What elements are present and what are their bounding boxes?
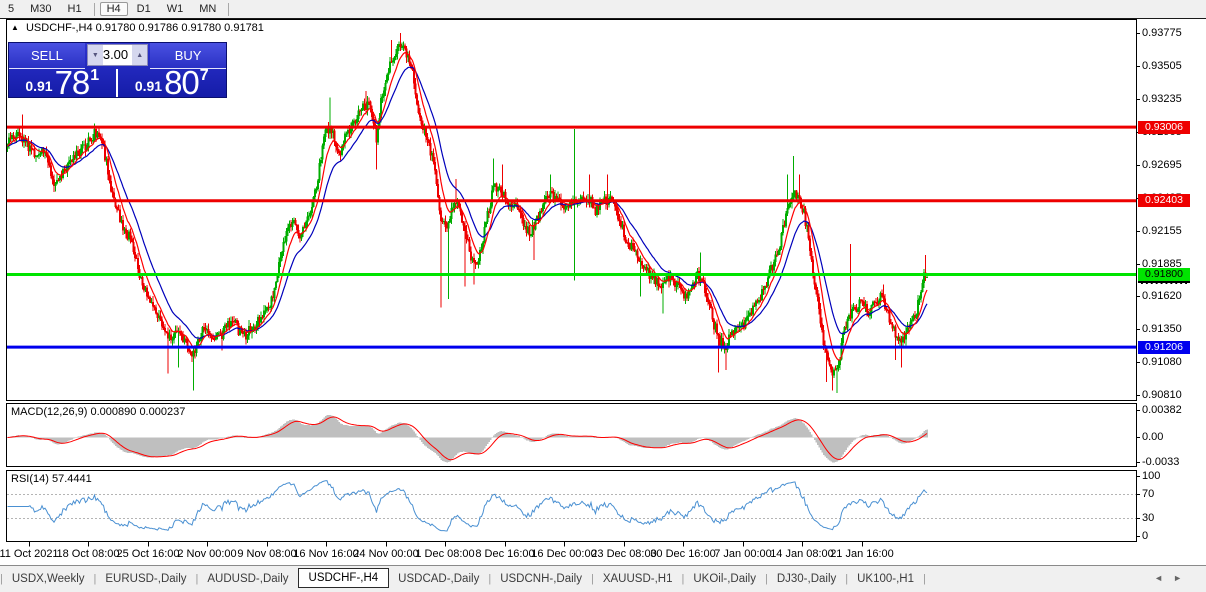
volume-decrease-icon[interactable]: ▼ — [87, 45, 103, 65]
ohlc-open: 0.91780 — [95, 22, 136, 34]
macd-axis-tick: 0.00 — [1142, 431, 1204, 443]
one-click-trade-panel: SELL ▼ 3.00 ▲ BUY 0.91 78 1 0.91 80 7 — [8, 42, 227, 101]
rsi-title: RSI(14) — [11, 473, 49, 485]
buy-price-pip: 7 — [199, 67, 209, 84]
volume-stepper: ▼ 3.00 ▲ — [86, 44, 149, 66]
buy-price-big: 80 — [164, 64, 200, 101]
macd-value-main: 0.000890 — [90, 406, 137, 418]
date-tick: 18 Oct 08:00 — [56, 548, 120, 560]
ohlc-low: 0.91780 — [181, 22, 222, 34]
rsi-axis-tick: 100 — [1142, 470, 1204, 482]
date-tick: 24 Nov 00:00 — [353, 548, 419, 560]
rsi-axis-tick: 0 — [1142, 530, 1204, 542]
volume-increase-icon[interactable]: ▲ — [132, 45, 148, 65]
date-tick: 2 Nov 00:00 — [177, 548, 237, 560]
tab-scroll-arrows[interactable]: ◄► — [1154, 573, 1192, 583]
symbol-label: USDCHF-,H4 — [25, 22, 93, 34]
date-tick: 23 Dec 08:00 — [591, 548, 657, 560]
resistance-level-badge: 0.93006 — [1138, 120, 1190, 134]
rsi-value: 57.4441 — [51, 473, 92, 485]
support-level-badge: 0.91206 — [1138, 340, 1190, 354]
price-tick: 0.93775 — [1142, 27, 1204, 40]
date-tick: 14 Jan 08:00 — [770, 548, 834, 560]
sell-price[interactable]: 0.91 78 1 — [9, 64, 118, 101]
macd-value-signal: 0.000237 — [139, 406, 186, 418]
tab-usdcnh-daily[interactable]: USDCNH-,Daily — [491, 569, 591, 589]
macd-axis-tick: 0.00382 — [1142, 404, 1204, 416]
tab-audusd-daily[interactable]: AUDUSD-,Daily — [198, 569, 297, 589]
date-tick: 16 Dec 00:00 — [531, 548, 597, 560]
scroll-left-icon[interactable]: ◄ — [1154, 573, 1173, 583]
tab-xauusd-h1[interactable]: XAUUSD-,H1 — [594, 569, 682, 589]
price-tick: 0.92155 — [1142, 225, 1204, 238]
tab-dj30-daily[interactable]: DJ30-,Daily — [768, 569, 845, 589]
tab-separator: | — [923, 573, 926, 585]
date-tick: 9 Nov 08:00 — [237, 548, 297, 560]
collapse-triangle-icon[interactable]: ▲ — [11, 23, 19, 32]
tab-ukoil-daily[interactable]: UKOil-,Daily — [684, 569, 765, 589]
resistance-level-badge: 0.92403 — [1138, 194, 1190, 208]
price-tick: 0.91350 — [1142, 323, 1204, 336]
support-level-badge: 0.91800 — [1138, 267, 1190, 281]
date-tick: 21 Jan 16:00 — [830, 548, 894, 560]
tab-usdcad-daily[interactable]: USDCAD-,Daily — [389, 569, 488, 589]
price-tick: 0.90810 — [1142, 389, 1204, 402]
macd-header: MACD(12,26,9) 0.000890 0.000237 — [11, 406, 185, 418]
volume-input[interactable]: 3.00 — [103, 45, 132, 65]
mt4-window: 5 M30 H1 H4 D1 W1 MN ▲ USDCHF-,H4 0.9178… — [0, 0, 1206, 592]
scroll-right-icon[interactable]: ► — [1173, 573, 1192, 583]
macd-axis-tick: -0.0033 — [1142, 456, 1204, 468]
date-tick: 30 Dec 16:00 — [650, 548, 716, 560]
tab-eurusd-daily[interactable]: EURUSD-,Daily — [96, 569, 195, 589]
price-tick: 0.93235 — [1142, 93, 1204, 106]
ohlc-high: 0.91786 — [138, 22, 179, 34]
tab-usdx-weekly[interactable]: USDX,Weekly — [3, 569, 94, 589]
tab-uk100-h1[interactable]: UK100-,H1 — [848, 569, 923, 589]
date-tick: 1 Dec 08:00 — [415, 548, 475, 560]
macd-title: MACD(12,26,9) — [11, 406, 88, 418]
sell-price-prefix: 0.91 — [25, 78, 53, 94]
price-tick: 0.93505 — [1142, 60, 1204, 73]
tab-usdchf-h4[interactable]: USDCHF-,H4 — [297, 568, 390, 588]
ohlc-close: 0.91781 — [224, 22, 264, 34]
rsi-axis-tick: 70 — [1142, 488, 1204, 500]
date-tick: 11 Oct 2021 — [0, 548, 59, 560]
price-tick: 0.91620 — [1142, 290, 1204, 303]
date-tick: 16 Nov 16:00 — [293, 548, 359, 560]
date-tick: 8 Dec 16:00 — [475, 548, 535, 560]
buy-price[interactable]: 0.91 80 7 — [118, 64, 227, 101]
symbol-ohlc-line: ▲ USDCHF-,H4 0.91780 0.91786 0.91780 0.9… — [11, 22, 264, 34]
date-tick: 7 Jan 00:00 — [714, 548, 772, 560]
buy-price-prefix: 0.91 — [134, 78, 163, 94]
sell-price-big: 78 — [54, 64, 91, 101]
date-tick: 25 Oct 16:00 — [116, 548, 180, 560]
rsi-axis-tick: 30 — [1142, 512, 1204, 524]
price-tick: 0.91080 — [1142, 356, 1204, 369]
chart-tab-bar: | USDX,Weekly | EURUSD-,Daily | AUDUSD-,… — [0, 565, 1206, 592]
rsi-header: RSI(14) 57.4441 — [11, 473, 92, 485]
price-tick: 0.92695 — [1142, 159, 1204, 172]
sell-price-pip: 1 — [90, 67, 100, 84]
